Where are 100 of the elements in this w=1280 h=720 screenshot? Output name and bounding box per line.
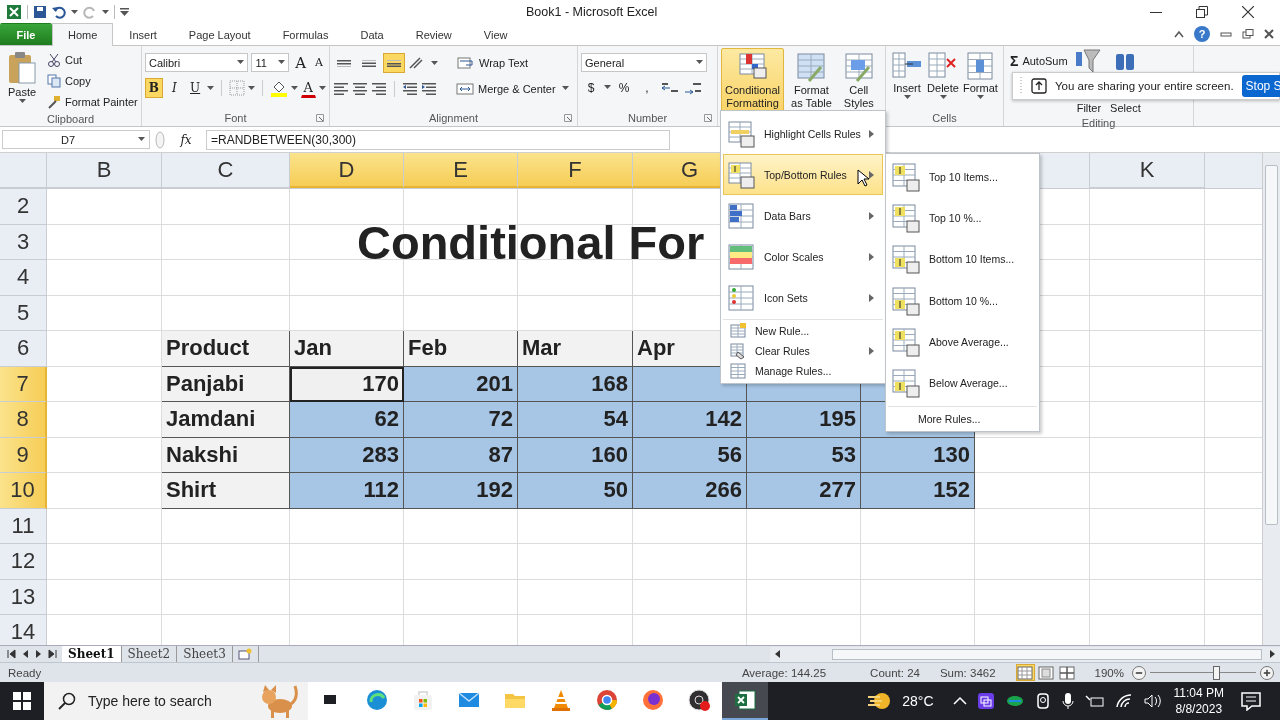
bold-button[interactable]: B bbox=[145, 78, 163, 98]
clock-date[interactable]: 8/8/2023 bbox=[1175, 701, 1223, 717]
format-button[interactable]: Format bbox=[961, 48, 1000, 110]
row-header[interactable]: 8 bbox=[0, 402, 47, 438]
comma-button[interactable]: , bbox=[637, 78, 657, 97]
ribbon-tab[interactable]: Page Layout bbox=[172, 23, 267, 45]
font-name-field[interactable]: Calibri bbox=[145, 53, 249, 72]
formula-field[interactable]: =RANDBETWEEN(30,300) bbox=[206, 129, 670, 150]
row-header[interactable]: 10 bbox=[0, 473, 47, 509]
row-header[interactable]: 14 bbox=[0, 615, 47, 645]
table-cell: 160 bbox=[518, 437, 633, 473]
row-header[interactable]: 12 bbox=[0, 544, 47, 580]
table-cell: Product bbox=[162, 331, 290, 367]
column-header[interactable]: D bbox=[290, 153, 404, 188]
menu-item[interactable]: Top 10 %... bbox=[888, 197, 1037, 239]
row-header[interactable]: 9 bbox=[0, 437, 47, 473]
grow-font-button[interactable]: A bbox=[292, 53, 310, 72]
shrink-font-button[interactable]: A bbox=[312, 53, 326, 72]
table-cell: 54 bbox=[518, 402, 633, 438]
underline-button[interactable]: U bbox=[186, 78, 204, 98]
average-readout: Average: 144.25 bbox=[741, 666, 827, 679]
number-format-field[interactable]: General bbox=[581, 53, 707, 72]
table-cell: Shirt bbox=[162, 473, 290, 509]
table-cell: 56 bbox=[633, 437, 747, 473]
menu-item[interactable]: Color Scales bbox=[723, 236, 883, 277]
search-field[interactable]: Type here to search bbox=[86, 692, 250, 710]
ribbon-tab[interactable]: Insert bbox=[113, 23, 173, 45]
font-size-field[interactable]: 11 bbox=[251, 53, 290, 72]
taskbar-search-box[interactable]: Type here to search bbox=[44, 682, 308, 720]
ribbon-tab[interactable]: Formulas bbox=[266, 23, 345, 45]
menu-item[interactable]: More Rules... bbox=[888, 408, 1037, 429]
ribbon-tab[interactable]: Home bbox=[52, 23, 114, 46]
autosum-button[interactable]: Σ AutoSum bbox=[1007, 51, 1071, 70]
column-header[interactable]: E bbox=[404, 153, 518, 188]
currency-button[interactable]: $ bbox=[581, 78, 601, 97]
table-cell: Nakshi bbox=[162, 437, 290, 473]
table-cell: Panjabi bbox=[162, 366, 290, 402]
table-cell: 130 bbox=[861, 437, 975, 473]
menu-item[interactable]: Below Average... bbox=[888, 362, 1037, 404]
row-header[interactable]: 2 bbox=[0, 189, 47, 225]
sheet-tab[interactable]: Sheet1 bbox=[62, 646, 122, 662]
row-header[interactable]: 3 bbox=[0, 224, 47, 260]
table-cell: Jan bbox=[290, 331, 404, 367]
ribbon-tab[interactable]: Data bbox=[344, 23, 400, 45]
group-label: Number bbox=[627, 112, 668, 124]
format-painter-button[interactable]: Format Painter bbox=[44, 92, 141, 111]
menu-item[interactable]: Above Average... bbox=[888, 321, 1037, 363]
menu-item[interactable]: Top/Bottom Rules bbox=[723, 154, 883, 195]
table-cell: 87 bbox=[404, 437, 518, 473]
column-header[interactable]: B bbox=[47, 153, 162, 188]
column-header[interactable]: C bbox=[162, 153, 290, 188]
sheet-title: Conditional For bbox=[357, 224, 705, 260]
cut-button[interactable]: Cut bbox=[44, 50, 141, 69]
group-label: Alignment bbox=[429, 112, 478, 124]
ribbon-tab[interactable]: Review bbox=[399, 23, 468, 45]
row-header[interactable]: 7 bbox=[0, 366, 47, 402]
table-cell: 283 bbox=[290, 437, 404, 473]
table-cell: Mar bbox=[518, 331, 633, 367]
font-color-button[interactable]: A bbox=[300, 78, 316, 98]
file-tab[interactable]: File bbox=[0, 23, 52, 45]
clock-time[interactable]: 11:04 PM bbox=[1173, 685, 1224, 701]
menu-item[interactable]: New Rule... bbox=[723, 321, 883, 341]
filter-button[interactable]: Filter bbox=[1073, 98, 1105, 117]
row-header[interactable]: 13 bbox=[0, 579, 47, 615]
merge-center-button[interactable]: Merge & Center bbox=[453, 79, 559, 98]
select-button[interactable]: Select bbox=[1107, 98, 1144, 117]
table-cell: 277 bbox=[747, 473, 861, 509]
percent-button[interactable]: % bbox=[614, 78, 634, 97]
insert-button[interactable]: Insert bbox=[889, 48, 925, 110]
status-text: Ready bbox=[8, 666, 42, 679]
table-cell: 62 bbox=[290, 402, 404, 438]
italic-button[interactable]: I bbox=[165, 78, 184, 98]
group-label: Editing bbox=[1081, 117, 1116, 129]
column-header[interactable]: F bbox=[518, 153, 633, 188]
menu-item[interactable]: Bottom 10 Items... bbox=[888, 238, 1037, 280]
table-cell: 72 bbox=[404, 402, 518, 438]
table-cell: 168 bbox=[518, 366, 633, 402]
table-cell: 142 bbox=[633, 402, 747, 438]
row-header[interactable]: 4 bbox=[0, 260, 47, 296]
table-cell: 195 bbox=[747, 402, 861, 438]
menu-item[interactable]: Top 10 Items... bbox=[888, 156, 1037, 198]
name-box[interactable]: D7 bbox=[2, 130, 150, 149]
menu-item[interactable]: Icon Sets bbox=[723, 277, 883, 318]
paste-button[interactable]: Paste bbox=[3, 48, 41, 111]
ribbon-tab[interactable]: View bbox=[467, 23, 524, 45]
help-button[interactable]: ? bbox=[1194, 26, 1210, 42]
table-cell: 112 bbox=[290, 473, 404, 509]
row-header[interactable]: 5 bbox=[0, 295, 47, 331]
copy-button[interactable]: Copy bbox=[44, 71, 141, 90]
insert-function-button[interactable]: fx bbox=[170, 132, 202, 147]
row-header[interactable]: 6 bbox=[0, 331, 47, 367]
table-cell: 192 bbox=[404, 473, 518, 509]
zoom-level[interactable]: 190% bbox=[1094, 666, 1124, 679]
wrap-text-button[interactable]: Wrap Text bbox=[454, 53, 532, 73]
group-label: Clipboard bbox=[46, 112, 95, 125]
delete-button[interactable]: Delete bbox=[925, 48, 961, 110]
row-header[interactable]: 11 bbox=[0, 508, 47, 544]
menu-item[interactable]: Bottom 10 %... bbox=[888, 279, 1037, 322]
menu-item[interactable]: Data Bars bbox=[723, 195, 883, 236]
table-cell: Jamdani bbox=[162, 402, 290, 438]
